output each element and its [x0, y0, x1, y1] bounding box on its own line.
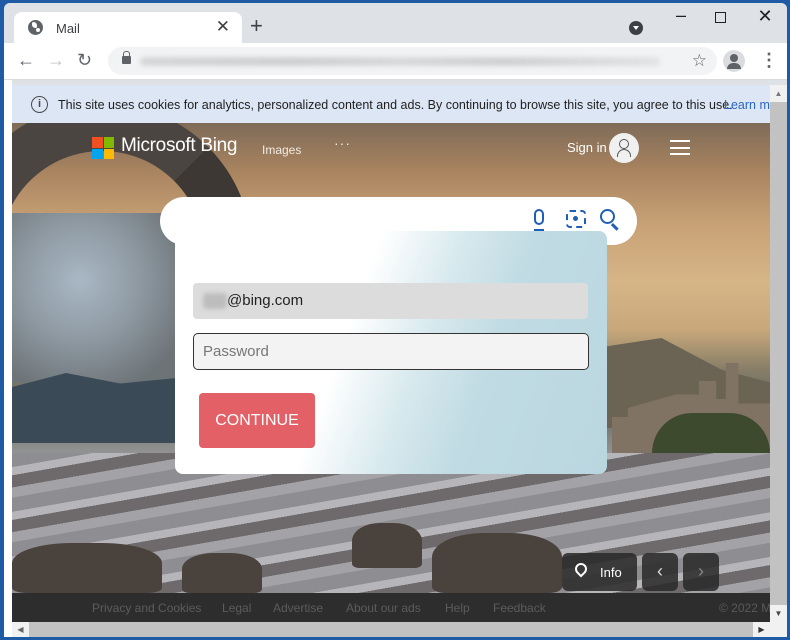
sign-in-link[interactable]: Sign in: [567, 140, 607, 155]
scroll-left-icon[interactable]: ◀: [12, 622, 29, 637]
bing-brand[interactable]: Microsoft Bing: [121, 135, 237, 157]
footer-link-legal[interactable]: Legal: [222, 601, 251, 615]
image-info-label: Info: [600, 565, 622, 580]
bg-rock: [182, 553, 262, 593]
scroll-right-icon[interactable]: ▶: [753, 622, 770, 637]
new-tab-button[interactable]: +: [250, 15, 263, 37]
bg-rock: [432, 533, 562, 593]
window-edge: [4, 80, 12, 637]
tab-close-icon[interactable]: ✕: [216, 18, 230, 35]
footer-link-feedback[interactable]: Feedback: [493, 601, 546, 615]
back-button[interactable]: ←: [17, 51, 35, 69]
footer-link-privacy[interactable]: Privacy and Cookies: [92, 601, 201, 615]
nav-images[interactable]: Images: [262, 143, 301, 157]
browser-toolbar: ← → ↻ ☆ ⋮: [4, 43, 787, 80]
previous-image-button[interactable]: ‹: [642, 553, 678, 591]
footer-link-advertise[interactable]: Advertise: [273, 601, 323, 615]
password-field[interactable]: [193, 333, 589, 370]
visual-search-icon[interactable]: [566, 210, 586, 228]
tab-search-icon[interactable]: [629, 21, 643, 35]
footer-link-help[interactable]: Help: [445, 601, 470, 615]
logo-square: [103, 137, 114, 148]
address-bar[interactable]: ☆: [108, 47, 717, 75]
microphone-icon[interactable]: [534, 209, 544, 231]
browser-window: Mail ✕ + – ✕ ← → ↻ ☆ ⋮ i This site uses …: [4, 3, 787, 637]
email-username-blurred: [203, 293, 227, 309]
background-image: Microsoft Bing Images ··· Sign in @bing.…: [12, 123, 770, 593]
url-text-blurred: [140, 57, 660, 66]
email-field[interactable]: @bing.com: [193, 283, 588, 319]
globe-icon: [28, 20, 43, 35]
location-pin-icon: [572, 560, 590, 578]
tab-mail[interactable]: Mail ✕: [14, 12, 242, 46]
image-info-button[interactable]: Info: [562, 553, 637, 591]
logo-square: [92, 137, 103, 148]
maximize-icon: [714, 12, 726, 23]
info-icon: i: [31, 96, 48, 113]
tab-title: Mail: [56, 21, 80, 36]
horizontal-scrollbar[interactable]: ◀ ▶: [12, 622, 770, 637]
profile-avatar[interactable]: [723, 50, 745, 72]
close-window-button[interactable]: ✕: [755, 6, 775, 27]
scroll-up-icon[interactable]: ▲: [770, 85, 787, 102]
reload-button[interactable]: ↻: [77, 51, 92, 69]
bg-rock: [352, 523, 422, 568]
logo-square: [103, 148, 114, 159]
bg-trees: [652, 413, 770, 458]
page-viewport: i This site uses cookies for analytics, …: [12, 85, 770, 622]
bg-mountain-left: [12, 373, 192, 443]
cookie-banner: i This site uses cookies for analytics, …: [12, 85, 770, 123]
next-image-button[interactable]: ›: [683, 553, 719, 591]
bing-header: Microsoft Bing Images ··· Sign in: [12, 123, 770, 173]
bookmark-star-icon[interactable]: ☆: [692, 51, 707, 71]
minimize-button[interactable]: –: [671, 5, 691, 26]
cookie-message: This site uses cookies for analytics, pe…: [58, 98, 733, 112]
hamburger-menu-icon[interactable]: [670, 140, 690, 155]
maximize-button[interactable]: [710, 9, 730, 27]
search-icon[interactable]: [600, 209, 615, 224]
continue-button[interactable]: CONTINUE: [199, 393, 315, 448]
microsoft-logo-icon: [92, 137, 114, 159]
user-icon[interactable]: [609, 133, 639, 163]
bg-rock: [12, 543, 162, 593]
copyright: © 2022 M: [719, 601, 770, 615]
footer-link-about-ads[interactable]: About our ads: [346, 601, 421, 615]
scrollbar-corner: [770, 622, 787, 637]
learn-more-link[interactable]: Learn m: [724, 98, 770, 112]
scroll-down-icon[interactable]: ▼: [770, 605, 787, 622]
page-footer: Privacy and Cookies Legal Advertise Abou…: [12, 593, 770, 622]
lock-icon[interactable]: [122, 51, 131, 64]
nav-more[interactable]: ···: [334, 135, 351, 151]
forward-button[interactable]: →: [47, 51, 65, 69]
browser-menu-icon[interactable]: ⋮: [760, 51, 778, 69]
logo-square: [92, 148, 103, 159]
tab-strip: Mail ✕ + – ✕: [4, 3, 787, 46]
vertical-scrollbar[interactable]: ▲ ▼: [770, 85, 787, 622]
phishing-login-card: @bing.com CONTINUE: [175, 231, 607, 474]
